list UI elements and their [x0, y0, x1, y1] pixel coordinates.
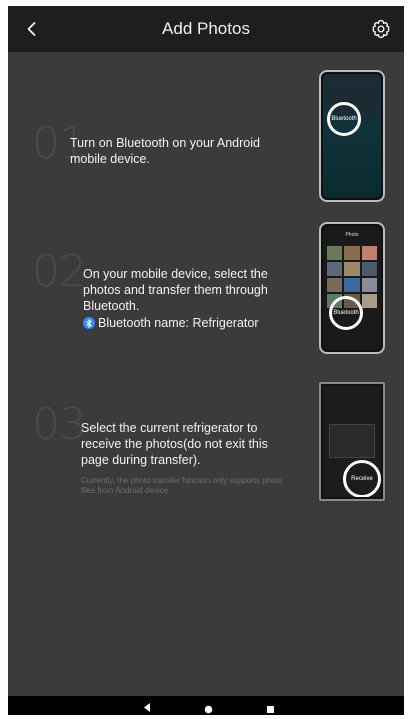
- illustration-title-2: Photo: [345, 232, 359, 238]
- phone-illustration-3: Receive: [319, 382, 385, 501]
- highlight-ring-2: Bluetooth: [329, 296, 363, 330]
- step-number-2: 02: [32, 246, 87, 297]
- step-text-1: Turn on Bluetooth on your Android mobile…: [70, 136, 260, 166]
- app-screen: Add Photos 01 Turn on Bluetooth on your …: [8, 6, 404, 696]
- receive-dialog: [329, 424, 375, 458]
- page-title: Add Photos: [162, 19, 250, 38]
- illustration-label-3: Receive: [351, 476, 373, 482]
- highlight-ring-1: Bluetooth: [327, 102, 361, 136]
- gear-icon: [372, 19, 390, 39]
- nav-home-button[interactable]: [204, 701, 213, 719]
- step-text-3: Select the current refrigerator to recei…: [81, 421, 268, 467]
- illustration-label-1: Bluetooth: [331, 116, 357, 122]
- illustration-label-2: Bluetooth: [333, 310, 359, 316]
- step-text-2-block: On your mobile device, select the photos…: [83, 266, 283, 331]
- highlight-ring-3: Receive: [343, 460, 381, 497]
- header: Add Photos: [8, 6, 404, 52]
- nav-back-button[interactable]: [142, 700, 152, 718]
- phone-illustration-1: Bluetooth: [319, 70, 385, 202]
- nav-recents-button[interactable]: [266, 701, 275, 719]
- triangle-back-icon: [144, 703, 150, 712]
- transfer-note: Currently, the photo transfer function o…: [81, 476, 283, 495]
- square-recents-icon: [267, 706, 274, 713]
- phone-illustration-2: Photo Bluetooth: [319, 222, 385, 354]
- system-navigation-bar: [8, 696, 404, 715]
- bluetooth-icon: [83, 317, 95, 329]
- settings-button[interactable]: [370, 18, 392, 40]
- step-number-3: 03: [32, 399, 87, 450]
- bluetooth-name-line: Bluetooth name: Refrigerator: [83, 315, 283, 331]
- step-text-2: On your mobile device, select the photos…: [83, 267, 268, 313]
- bluetooth-name: Bluetooth name: Refrigerator: [98, 316, 259, 330]
- circle-home-icon: [204, 705, 213, 714]
